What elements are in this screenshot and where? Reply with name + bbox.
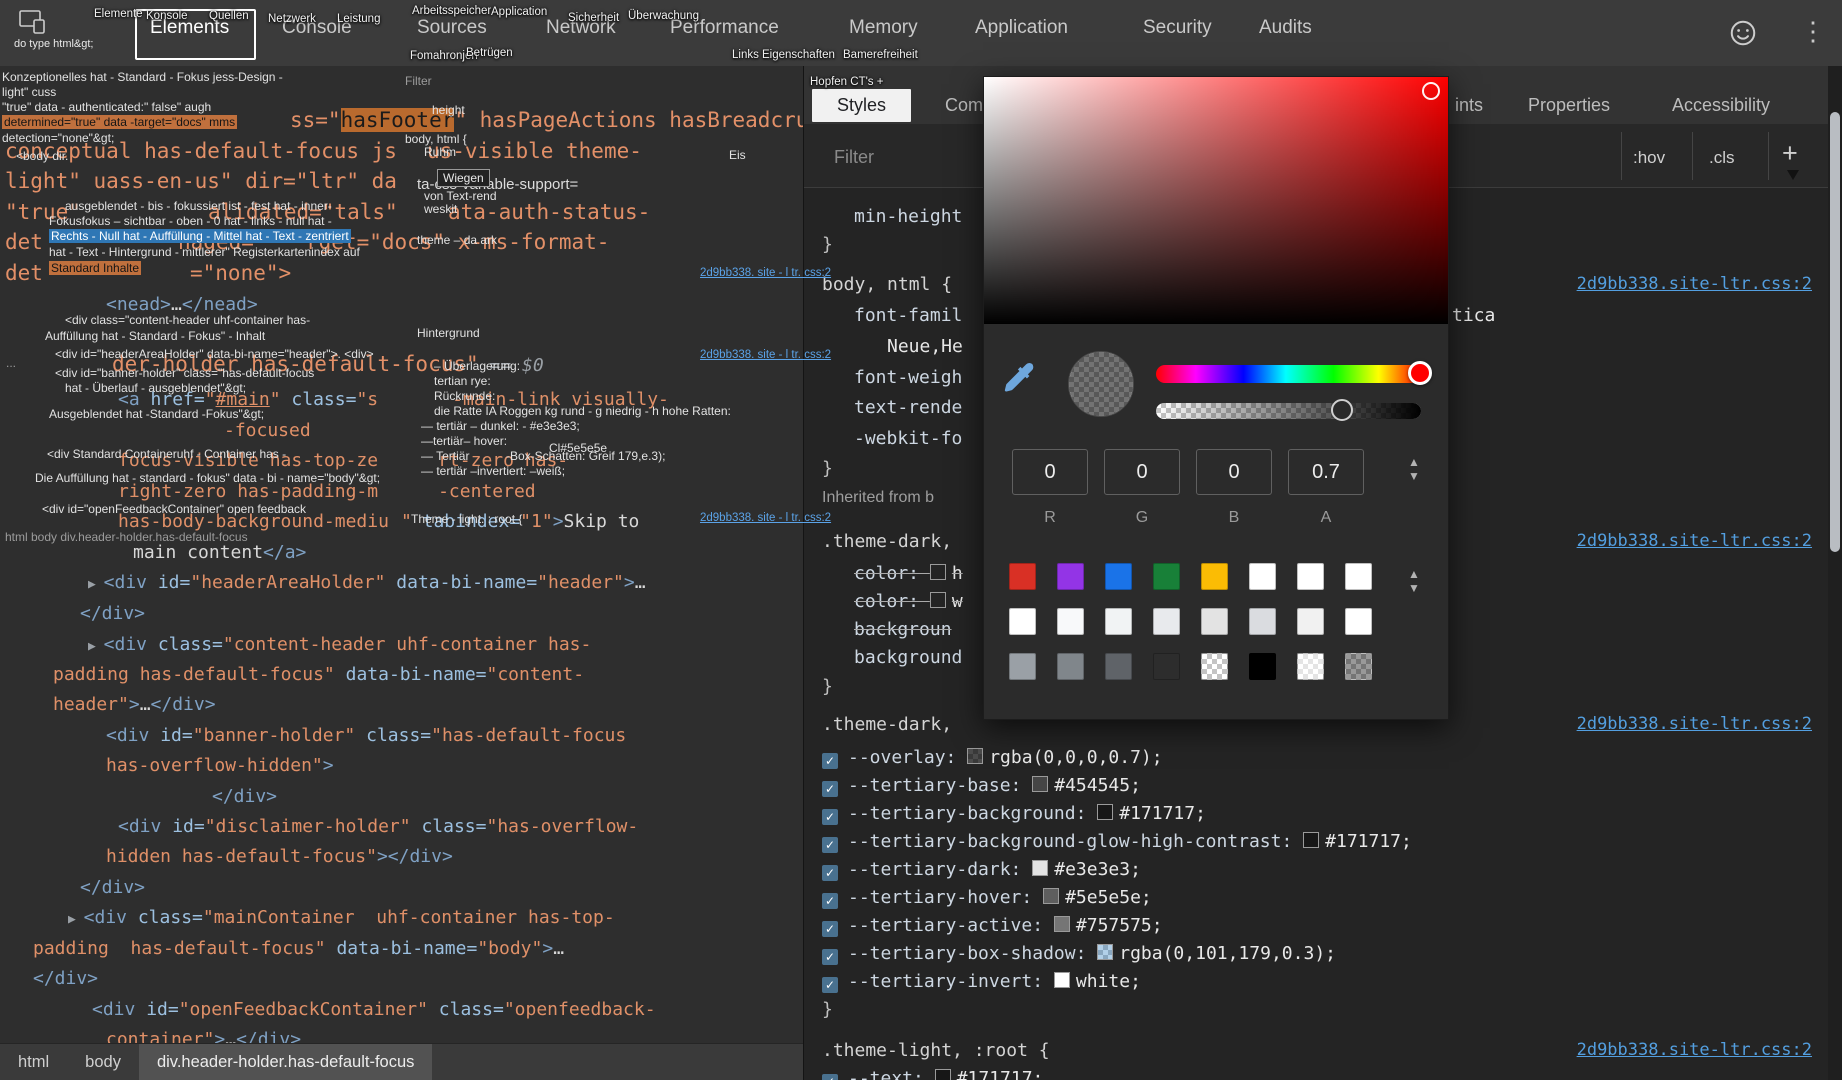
palette-swatch[interactable] [1057,653,1084,680]
overlay-fragment: Konzeptionelles hat - Standard - Fokus j… [2,70,283,84]
overlay-fragment: body, html { [405,132,467,146]
overlay-fragment: hat - Überlauf - ausgeblendet"&gt; [65,381,246,395]
value-stepper[interactable]: ▲▼ [1408,455,1420,483]
channel-label-b: B [1196,509,1272,527]
overlay-fragment: -Box-Schatten: Greif 179,e.3); [506,449,665,463]
overlay-fragment: weskit [424,202,457,216]
palette-swatch[interactable] [1105,563,1132,590]
palette-stepper[interactable]: ▲▼ [1408,567,1420,595]
overlay-fragment: ausgeblendet - bis - fokussiert ist - fe… [65,199,332,213]
overlay-fragment: <div id="openFeedbackContainer" open fee… [42,502,306,516]
palette-swatch[interactable] [1201,608,1228,635]
palette-swatch[interactable] [1153,563,1180,590]
overlay-fragment: tertian rye: [434,374,491,388]
scrollbar-thumb[interactable] [1830,112,1840,552]
breadcrumb-item[interactable]: div.header-holder.has-default-focus [139,1044,432,1080]
overlay-fragment: height [432,103,465,117]
alpha-slider[interactable] [1156,403,1421,419]
hue-slider[interactable] [1156,365,1421,383]
stylesheet-link-fragment[interactable]: 2d9bb338. site - l tr. css:2 [700,512,831,524]
palette-swatch[interactable] [1345,653,1372,680]
palette-swatch[interactable] [1009,563,1036,590]
eyedropper-icon[interactable] [1000,359,1038,397]
color-selection-ring[interactable] [1422,82,1440,100]
breadcrumb: htmlbodydiv.header-holder.has-default-fo… [0,1043,803,1080]
palette-swatch[interactable] [1057,563,1084,590]
palette-swatch[interactable] [1249,653,1276,680]
palette-swatch[interactable] [1345,563,1372,590]
overlay-fragment: Filter [405,74,432,88]
overlay-fragment: <div Standard Containeruhf - Container h… [47,447,286,461]
breadcrumb-item[interactable]: html [0,1044,67,1080]
palette-swatch[interactable] [1105,653,1132,680]
overlay-fragment: Standard Inhalte [49,261,141,275]
palette-swatch[interactable] [1105,608,1132,635]
overlay-fragment: —tertiär– hover: [421,434,507,448]
overlay-fragment: <body dir. [16,149,68,163]
overlay-fragment: hat - Text - Hintergrund - mittlerer" Re… [49,245,360,259]
color-picker-dialog: 0R0G0B0.7A ▲▼ ▲▼ [983,76,1449,720]
channel-label-a: A [1288,509,1364,527]
overlay-fragment: Theme - light. : root { [411,512,522,526]
current-color-preview[interactable] [1068,351,1134,417]
overlay-fragment: Die Auffüllung hat - standard - fokus" d… [35,471,380,485]
alpha-gradient [1156,403,1421,419]
overlay-fragment: <div class="content-header uhf-container… [65,313,310,327]
saturation-brightness-area[interactable] [984,77,1448,324]
overlay-fragment: Auffüllung hat - Standard - Fokus" - Inh… [45,329,265,343]
alpha-knob[interactable] [1331,399,1353,421]
palette-swatch[interactable] [1297,653,1324,680]
current-color-fill [1069,352,1133,416]
palette-swatch[interactable] [1009,653,1036,680]
palette-swatch[interactable] [1297,608,1324,635]
overlay-fragment: light" cuss [2,85,56,99]
value-input-r[interactable]: 0 [1012,449,1088,495]
overlay-fragment: — tertiär –invertiert: –weiß; [421,464,565,478]
overlay-fragment: Wiegen [437,169,490,187]
value-input-b[interactable]: 0 [1196,449,1272,495]
palette-swatch[interactable] [1201,653,1228,680]
overlay-fragment: "true" data - authenticated:" false" aug… [2,100,211,114]
palette-swatch[interactable] [1009,608,1036,635]
overlay-fragment: ... [6,356,16,370]
overlay-fragment: theme – da ark [417,233,497,247]
overlay-fragment: — tertiär – dunkel: - #e3e3e3; [421,419,580,433]
devtools-window: do type html&gt; ElementsConsoleSourcesN… [0,0,1842,1080]
overlay-fragment: html body div.header-holder.has-default-… [5,530,248,544]
value-input-g[interactable]: 0 [1104,449,1180,495]
breadcrumb-items: htmlbodydiv.header-holder.has-default-fo… [0,1044,432,1080]
palette-swatch[interactable] [1297,563,1324,590]
overlay-fragment: Ruhm [424,145,456,159]
stylesheet-link-fragment[interactable]: 2d9bb338. site - l tr. css:2 [700,349,831,361]
overlay-fragment: <div id="headerAreaHolder" data-bi-name=… [55,347,374,361]
palette-swatch[interactable] [1153,653,1180,680]
overlay-fragment: Rechts - Null hat - Auffüllung - Mittel … [49,229,351,243]
value-input-a[interactable]: 0.7 [1288,449,1364,495]
overlay-fragment: – Überlagerung: [434,359,520,373]
channel-label-g: G [1104,509,1180,527]
overlay-fragment: <div id="banner-holder" class="has-defau… [55,366,314,380]
palette-swatch[interactable] [1153,608,1180,635]
overlay-fragment: Rückrunde: [434,389,495,403]
overlay-fragment: detection="none"&gt; [2,131,114,145]
overlay-fragment: von Text-rend [424,189,497,203]
palette-swatch[interactable] [1249,563,1276,590]
hue-knob[interactable] [1408,361,1432,385]
translation-overlay-layer: Konzeptionelles hat - Standard - Fokus j… [0,0,1842,1080]
palette-swatch[interactable] [1249,608,1276,635]
palette-swatch[interactable] [1345,608,1372,635]
channel-label-r: R [1012,509,1088,527]
palette-swatch[interactable] [1201,563,1228,590]
overlay-fragment: Eis [729,148,746,162]
overlay-fragment: — Tertiär [421,449,469,463]
overlay-fragment: determined="true" data -target="docs" mm… [2,115,237,129]
breadcrumb-item[interactable]: body [67,1044,139,1080]
overlay-fragment: Fokusfokus – sichtbar - oben - 0 hat - l… [49,214,332,228]
overlay-fragment: Hintergrund [417,326,480,340]
overlay-fragment: Ausgeblendet hat -Standard -Fokus"&gt; [49,407,264,421]
overlay-fragment: die Ratte IA Roggen kg rund - g niedrig … [434,404,731,418]
palette-swatch[interactable] [1057,608,1084,635]
stylesheet-link-fragment[interactable]: 2d9bb338. site - l tr. css:2 [700,267,831,279]
